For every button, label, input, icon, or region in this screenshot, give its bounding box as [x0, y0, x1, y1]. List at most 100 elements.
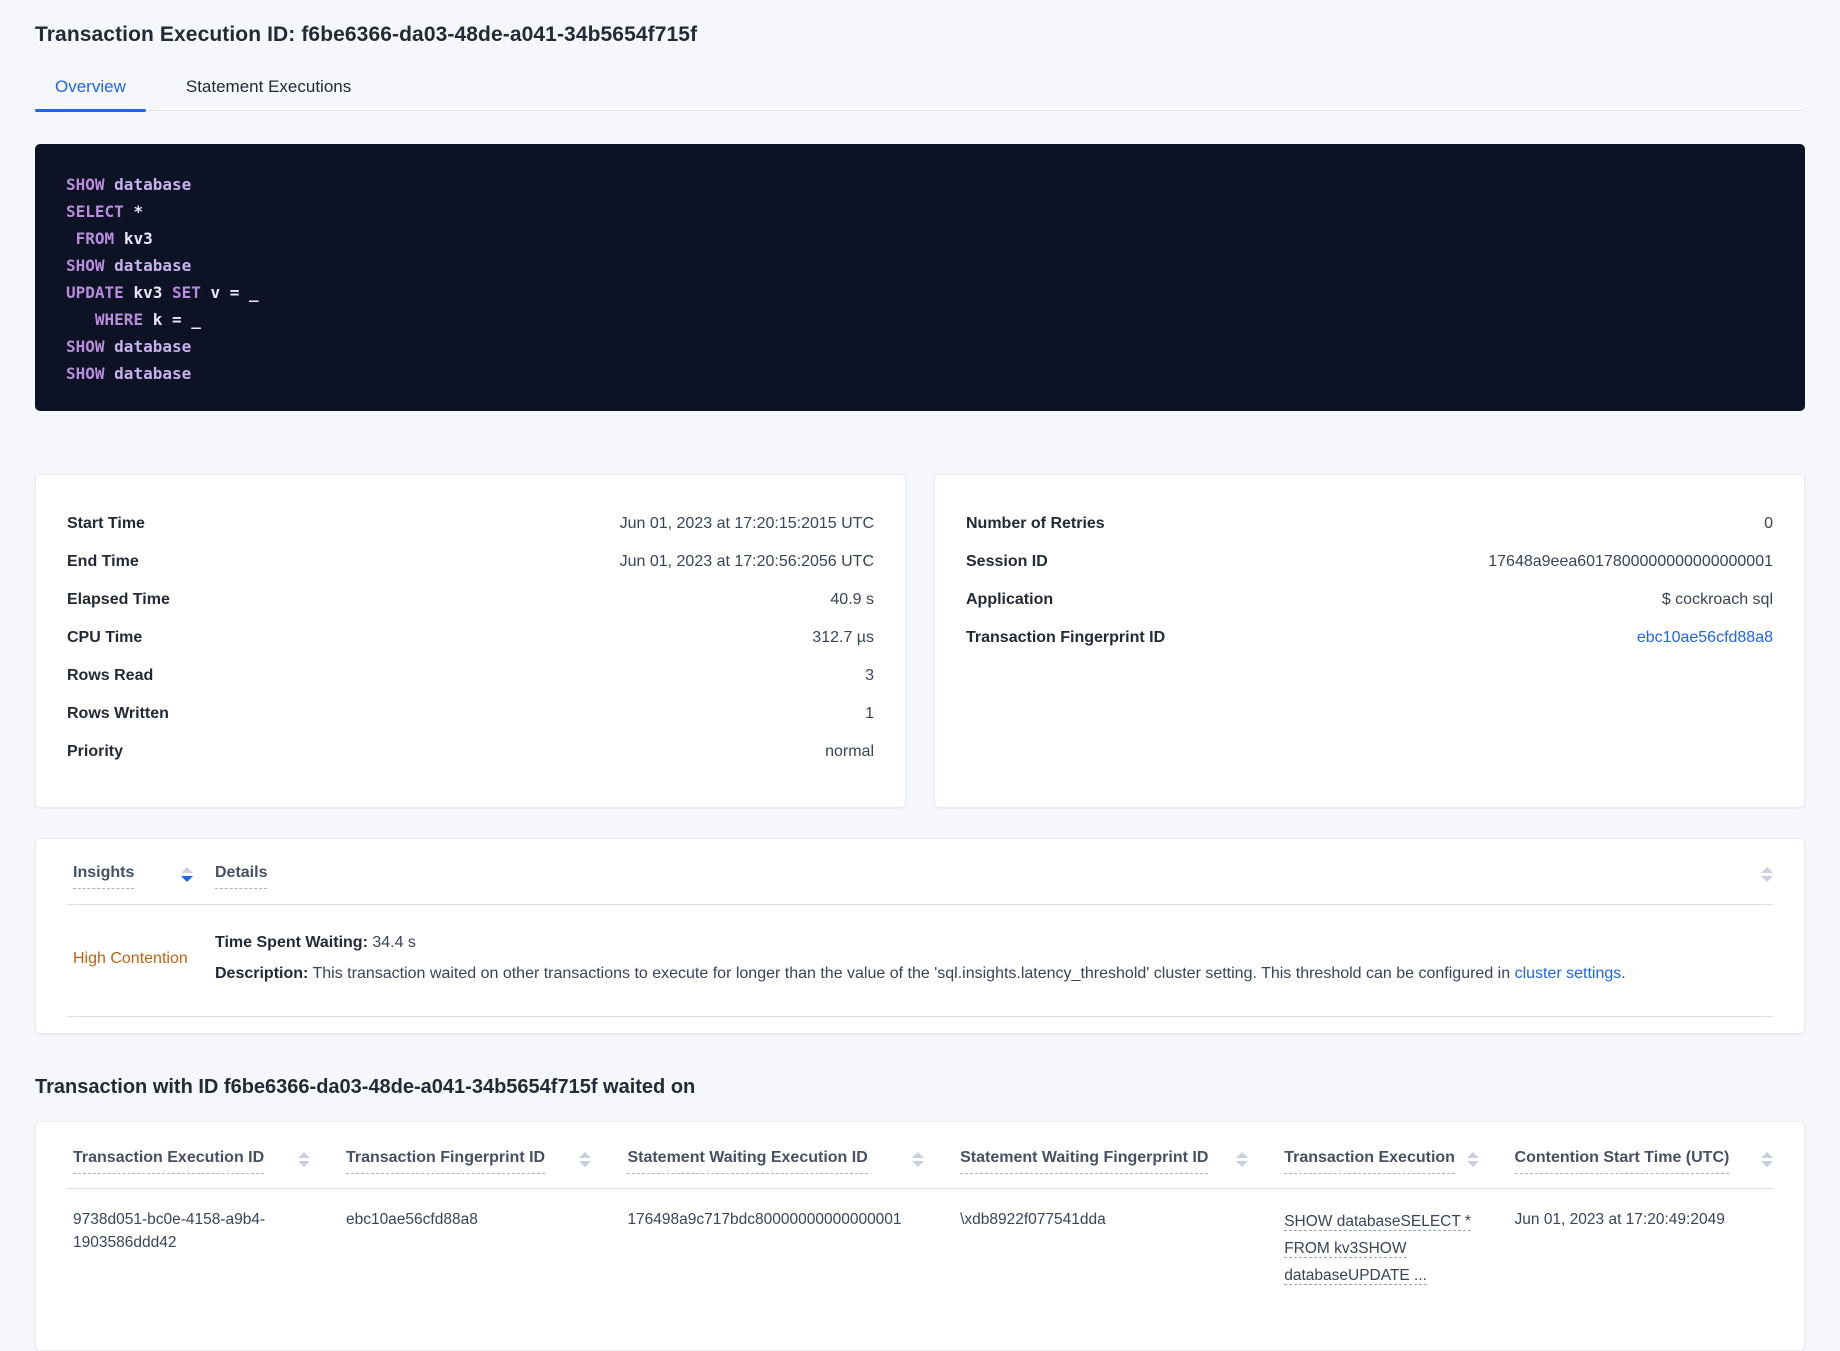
col-header-contention-start-time: Contention Start Time (UTC)	[1509, 1149, 1773, 1174]
application-label: Application	[966, 591, 1054, 608]
insights-column-header: Insights	[67, 864, 215, 889]
sort-down-arrow-icon	[1760, 1161, 1773, 1167]
txn-fingerprint-label: Transaction Fingerprint ID	[966, 629, 1166, 646]
rows-read-label: Rows Read	[67, 667, 154, 684]
cell-transaction-execution-id: 9738d051-bc0e-4158-a9b4-1903586ddd42	[73, 1211, 266, 1251]
retries-row: Number of Retries 0	[966, 505, 1773, 543]
session-id-row: Session ID 17648a9eea6017800000000000000…	[966, 543, 1773, 581]
cell-statement-waiting-fingerprint-id: \xdb8922f077541dda	[960, 1211, 1106, 1228]
priority-label: Priority	[67, 743, 124, 760]
sort-icon[interactable]	[579, 1149, 592, 1167]
cpu-time-row: CPU Time 312.7 µs	[67, 619, 874, 657]
sort-down-arrow-icon	[912, 1161, 925, 1167]
cell-contention-start-time: Jun 01, 2023 at 17:20:49:2049	[1514, 1211, 1725, 1228]
rows-written-label: Rows Written	[67, 705, 169, 722]
sort-icon[interactable]	[912, 1149, 925, 1167]
table-sort-icon[interactable]	[1761, 864, 1773, 882]
col-header-transaction-fingerprint-id: Transaction Fingerprint ID	[340, 1149, 621, 1174]
sort-up-arrow-icon	[1761, 867, 1773, 873]
insight-details: Time Spent Waiting: 34.4 s Description: …	[215, 930, 1773, 987]
retries-value: 0	[1764, 515, 1773, 532]
details-header-label[interactable]: Details	[215, 864, 268, 889]
sort-icon[interactable]	[1466, 1149, 1479, 1167]
sort-down-arrow-icon	[297, 1161, 310, 1167]
sort-icon[interactable]	[1236, 1149, 1249, 1167]
priority-value: normal	[825, 743, 874, 760]
cell-transaction-execution: SHOW databaseSELECT * FROM kv3SHOW datab…	[1278, 1208, 1508, 1289]
tab-statement-executions[interactable]: Statement Executions	[166, 77, 371, 110]
sort-up-arrow-icon	[579, 1152, 592, 1158]
end-time-label: End Time	[67, 553, 139, 570]
transaction-execution-header-label[interactable]: Transaction Execution	[1284, 1149, 1455, 1174]
rows-written-row: Rows Written 1	[67, 695, 874, 733]
col-header-transaction-execution-id: Transaction Execution ID	[67, 1149, 340, 1174]
rows-written-value: 1	[865, 705, 874, 722]
table-row: 9738d051-bc0e-4158-a9b4-1903586ddd42 ebc…	[67, 1189, 1773, 1318]
start-time-row: Start Time Jun 01, 2023 at 17:20:15:2015…	[67, 505, 874, 543]
sort-icon[interactable]	[1760, 1149, 1773, 1167]
summary-cards: Start Time Jun 01, 2023 at 17:20:15:2015…	[35, 474, 1805, 808]
sql-statements: SHOW database SELECT * FROM kv3 SHOW datab…	[35, 144, 1805, 411]
transaction-execution-statements-link[interactable]: SHOW databaseSELECT * FROM kv3SHOW datab…	[1284, 1213, 1471, 1285]
insights-sort-icon[interactable]	[181, 864, 193, 882]
sort-down-arrow-icon	[1466, 1161, 1479, 1167]
statement-waiting-fingerprint-id-header-label[interactable]: Statement Waiting Fingerprint ID	[960, 1149, 1209, 1174]
cell-statement-waiting-execution-id: 176498a9c717bdc80000000000000001	[627, 1211, 902, 1228]
priority-row: Priority normal	[67, 733, 874, 771]
start-time-label: Start Time	[67, 515, 145, 532]
insight-type-badge: High Contention	[73, 949, 188, 967]
end-time-value: Jun 01, 2023 at 17:20:56:2056 UTC	[619, 553, 874, 570]
waited-on-section-title: Transaction with ID f6be6366-da03-48de-a…	[35, 1076, 696, 1098]
insight-row: High Contention Time Spent Waiting: 34.4…	[67, 905, 1773, 1016]
insights-header-label[interactable]: Insights	[73, 864, 135, 889]
waited-table-header: Transaction Execution ID Transaction Fin…	[67, 1122, 1773, 1188]
execution-details-card: Start Time Jun 01, 2023 at 17:20:15:2015…	[35, 474, 906, 808]
application-row: Application $ cockroach sql	[966, 581, 1773, 619]
transaction-execution-id-header-label[interactable]: Transaction Execution ID	[73, 1149, 265, 1174]
description-line: Description: This transaction waited on …	[215, 961, 1773, 987]
sort-up-arrow-icon	[1466, 1152, 1479, 1158]
start-time-value: Jun 01, 2023 at 17:20:15:2015 UTC	[619, 515, 874, 532]
insights-table-header: Insights Details	[67, 839, 1773, 904]
session-meta-card: Number of Retries 0 Session ID 17648a9ee…	[934, 474, 1805, 808]
txn-fingerprint-link[interactable]: ebc10ae56cfd88a8	[1637, 629, 1773, 647]
tab-overview[interactable]: Overview	[35, 77, 146, 112]
sort-down-arrow-icon	[181, 876, 193, 882]
description-text: This transaction waited on other transac…	[308, 965, 1515, 982]
application-value: $ cockroach sql	[1661, 591, 1773, 608]
cpu-time-value: 312.7 µs	[812, 629, 874, 646]
waited-on-table-card: Transaction Execution ID Transaction Fin…	[35, 1121, 1805, 1351]
row-divider	[67, 1016, 1773, 1017]
statement-waiting-execution-id-header-label[interactable]: Statement Waiting Execution ID	[627, 1149, 868, 1174]
transaction-fingerprint-id-header-label[interactable]: Transaction Fingerprint ID	[345, 1149, 546, 1174]
sort-down-arrow-icon	[579, 1161, 592, 1167]
retries-label: Number of Retries	[966, 515, 1105, 532]
contention-start-time-header-label[interactable]: Contention Start Time (UTC)	[1514, 1149, 1730, 1174]
sort-up-arrow-icon	[297, 1152, 310, 1158]
sort-up-arrow-icon	[1236, 1152, 1249, 1158]
rows-read-value: 3	[865, 667, 874, 684]
end-time-row: End Time Jun 01, 2023 at 17:20:56:2056 U…	[67, 543, 874, 581]
elapsed-time-value: 40.9 s	[830, 591, 874, 608]
cluster-settings-link[interactable]: cluster settings	[1515, 965, 1622, 982]
time-spent-waiting-line: Time Spent Waiting: 34.4 s	[215, 930, 1773, 956]
sort-icon[interactable]	[297, 1149, 310, 1167]
sort-down-arrow-icon	[1236, 1161, 1249, 1167]
elapsed-time-label: Elapsed Time	[67, 591, 170, 608]
page-title: Transaction Execution ID: f6be6366-da03-…	[35, 23, 698, 46]
col-header-transaction-execution: Transaction Execution	[1278, 1149, 1508, 1174]
session-id-value: 17648a9eea6017800000000000000001	[1488, 553, 1773, 570]
cpu-time-label: CPU Time	[67, 629, 143, 646]
description-label: Description:	[215, 965, 309, 982]
insights-table-card: Insights Details High Contention Time Sp…	[35, 838, 1805, 1034]
sort-up-arrow-icon	[912, 1152, 925, 1158]
txn-fingerprint-row: Transaction Fingerprint ID ebc10ae56cfd8…	[966, 619, 1773, 657]
rows-read-row: Rows Read 3	[67, 657, 874, 695]
details-column-header: Details	[215, 864, 1761, 889]
time-spent-waiting-value: 34.4 s	[367, 934, 416, 951]
sort-down-arrow-icon	[1761, 876, 1773, 882]
col-header-statement-waiting-fingerprint-id: Statement Waiting Fingerprint ID	[954, 1149, 1278, 1174]
sort-up-arrow-icon	[181, 867, 193, 873]
tab-bar: Overview Statement Executions	[35, 77, 1805, 112]
session-id-label: Session ID	[966, 553, 1048, 570]
